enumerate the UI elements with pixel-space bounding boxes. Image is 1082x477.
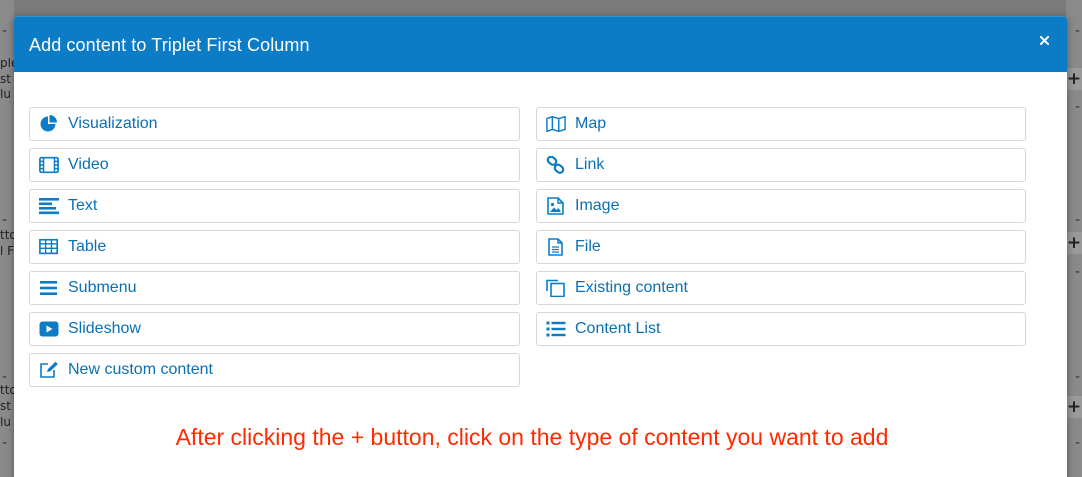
- bg-dash: -: [2, 435, 8, 451]
- file-text-icon: [546, 238, 567, 256]
- bg-dash: -: [1074, 435, 1080, 451]
- visualization-option[interactable]: Visualization: [29, 107, 520, 141]
- bg-dash: -: [1074, 212, 1080, 228]
- slideshow-option[interactable]: Slideshow: [29, 312, 520, 346]
- map-icon: [546, 115, 567, 133]
- file-option[interactable]: File: [536, 230, 1026, 264]
- bg-dash: -: [1074, 264, 1080, 280]
- bg-text: tto: [0, 230, 14, 241]
- bg-dash: -: [1074, 369, 1080, 385]
- bg-text: ple: [0, 58, 14, 69]
- bg-add-button[interactable]: +: [1066, 68, 1082, 90]
- content-list-option[interactable]: Content List: [536, 312, 1026, 346]
- close-icon: [1039, 35, 1049, 45]
- link-icon: [546, 156, 567, 174]
- modal-title: Add content to Triplet First Column: [29, 35, 310, 55]
- add-content-modal: Add content to Triplet First Column Visu…: [14, 16, 1067, 477]
- bg-add-button[interactable]: +: [1066, 232, 1082, 254]
- option-label: Visualization: [68, 115, 158, 132]
- option-label: Map: [575, 115, 607, 132]
- option-label: Image: [575, 197, 620, 214]
- close-button[interactable]: [1035, 31, 1053, 49]
- bg-text: st: [0, 74, 11, 85]
- video-option[interactable]: Video: [29, 148, 520, 182]
- content-type-grid: Visualization Map Video Link Text Image …: [29, 107, 1026, 387]
- pie-chart-icon: [39, 115, 60, 133]
- bg-dash: -: [1074, 23, 1080, 39]
- text-option[interactable]: Text: [29, 189, 520, 223]
- bg-text: l F: [0, 246, 14, 257]
- table-option[interactable]: Table: [29, 230, 520, 264]
- modal-header: Add content to Triplet First Column: [14, 16, 1067, 72]
- grid-spacer: [536, 353, 1026, 387]
- youtube-play-icon: [39, 320, 60, 338]
- bg-text: st: [0, 401, 11, 412]
- table-icon: [39, 238, 60, 256]
- copy-icon: [546, 279, 567, 297]
- image-file-icon: [546, 197, 567, 215]
- list-icon: [546, 320, 567, 338]
- align-left-icon: [39, 197, 60, 215]
- option-label: Table: [68, 238, 107, 255]
- option-label: Submenu: [68, 279, 137, 296]
- image-option[interactable]: Image: [536, 189, 1026, 223]
- option-label: Existing content: [575, 279, 688, 296]
- bg-dash: -: [1074, 99, 1080, 115]
- bars-icon: [39, 279, 60, 297]
- bg-text: tto: [0, 385, 14, 396]
- bg-text: lu: [0, 417, 11, 428]
- instruction-annotation: After clicking the + button, click on th…: [175, 424, 889, 450]
- option-label: Video: [68, 156, 109, 173]
- bg-add-button[interactable]: +: [1066, 396, 1082, 418]
- bg-text: lu: [0, 89, 11, 100]
- option-label: Slideshow: [68, 320, 141, 337]
- map-option[interactable]: Map: [536, 107, 1026, 141]
- film-icon: [39, 156, 60, 174]
- option-label: Link: [575, 156, 605, 173]
- existing-content-option[interactable]: Existing content: [536, 271, 1026, 305]
- option-label: File: [575, 238, 601, 255]
- submenu-option[interactable]: Submenu: [29, 271, 520, 305]
- bg-dash: -: [2, 23, 8, 39]
- option-label: Content List: [575, 320, 661, 337]
- new-custom-content-option[interactable]: New custom content: [29, 353, 520, 387]
- bg-dash: -: [2, 212, 8, 228]
- option-label: Text: [68, 197, 98, 214]
- edit-icon: [39, 361, 60, 379]
- bg-dash: -: [2, 369, 8, 385]
- link-option[interactable]: Link: [536, 148, 1026, 182]
- option-label: New custom content: [68, 361, 213, 378]
